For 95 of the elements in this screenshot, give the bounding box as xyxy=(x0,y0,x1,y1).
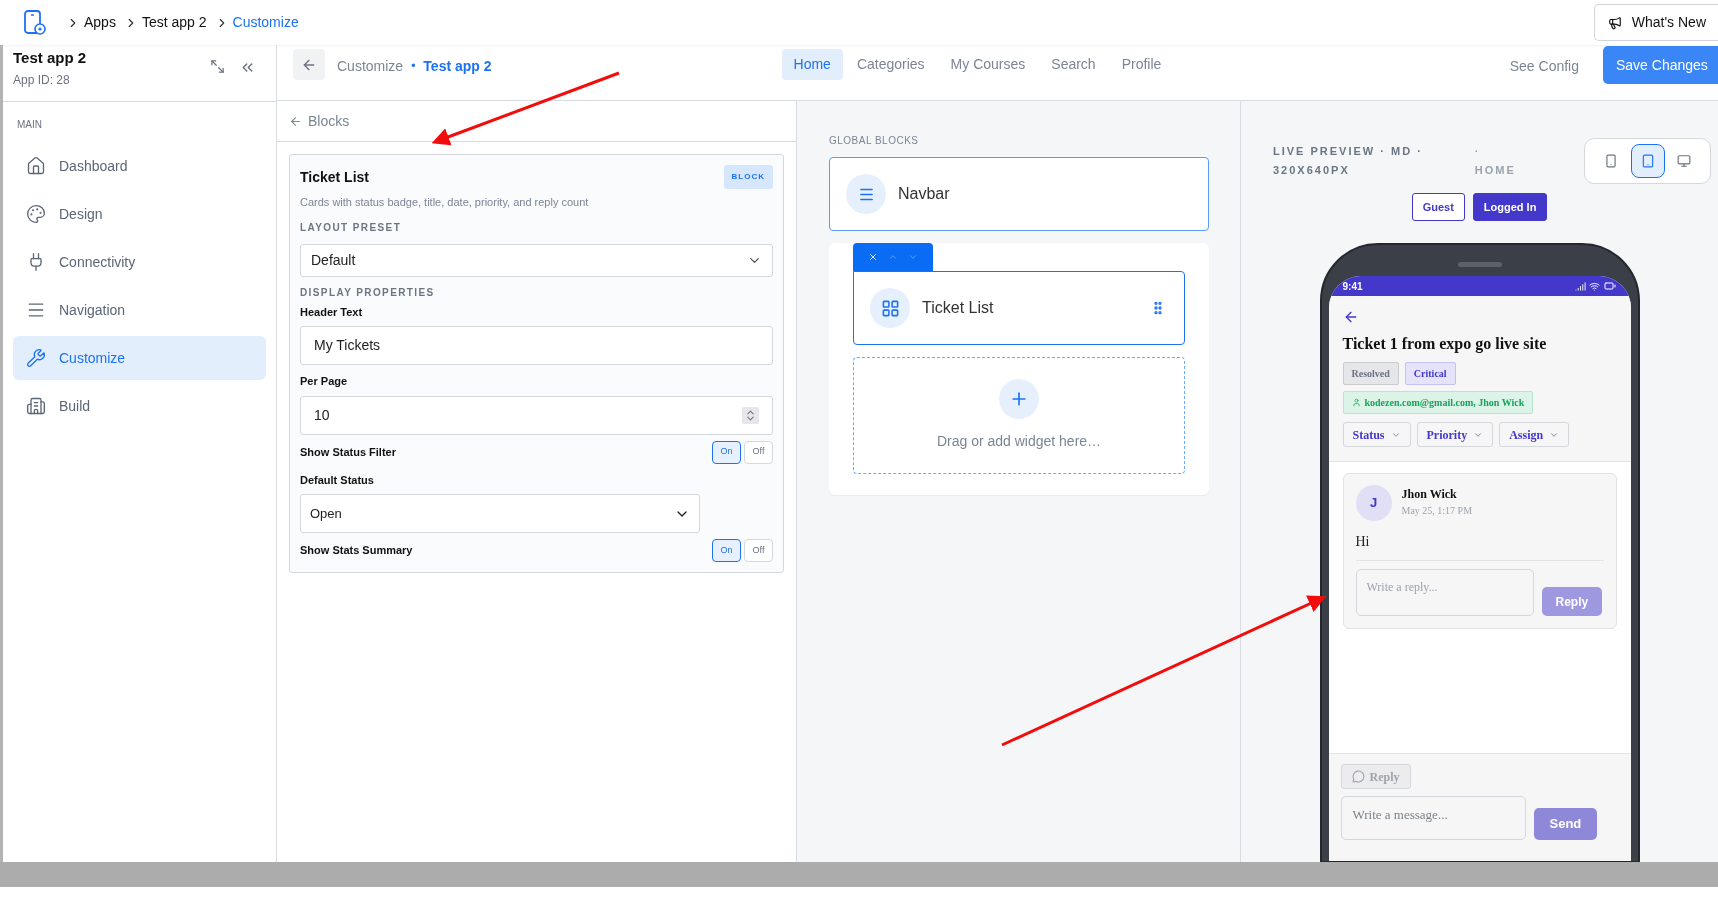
field-label: Default Status xyxy=(300,472,375,488)
see-config-link[interactable]: See Config xyxy=(1509,56,1579,77)
save-changes-button[interactable]: Save Changes xyxy=(1603,46,1718,84)
drop-zone[interactable]: Drag or add widget here… xyxy=(853,357,1185,474)
device-button[interactable] xyxy=(1630,144,1665,178)
field-label: Show Stats Summary xyxy=(300,543,413,559)
breadcrumb-link[interactable]: Customize xyxy=(232,12,299,33)
section-label: DISPLAY PROPERTIES xyxy=(300,285,436,300)
status-tag: Resolved xyxy=(1342,362,1399,385)
sidebar-item[interactable]: Build xyxy=(13,384,266,428)
page-tab[interactable]: Search xyxy=(1039,49,1108,80)
app-logo-icon xyxy=(24,9,46,36)
filter-dropdown[interactable]: Priority xyxy=(1416,422,1494,447)
block-tag: BLOCK xyxy=(723,165,773,189)
nav-icon xyxy=(26,348,46,368)
app-name: Test app 2 xyxy=(13,49,87,67)
close-icon[interactable] xyxy=(868,252,878,262)
number-field[interactable]: 10 xyxy=(300,395,773,435)
breadcrumb-link[interactable]: Apps xyxy=(84,12,116,33)
separator-dot: • xyxy=(411,58,416,75)
reply-body: Hi xyxy=(1355,531,1604,561)
breadcrumb-link[interactable]: Test app 2 xyxy=(141,12,207,33)
sidebar-item[interactable]: Customize xyxy=(13,336,266,380)
assignee-tag: kodezen.com@gmail.com, Jhon Wick xyxy=(1342,391,1534,414)
blocks-back-link[interactable]: Blocks xyxy=(289,110,350,132)
priority-tag: Critical xyxy=(1404,362,1456,385)
filter-dropdown[interactable]: Assign xyxy=(1499,422,1570,447)
monitor-icon xyxy=(1677,154,1691,168)
message-field[interactable]: Write a message... xyxy=(1340,796,1526,840)
expand-icon[interactable] xyxy=(210,59,225,74)
field-label: Per Page xyxy=(300,374,349,389)
page-tab[interactable]: Categories xyxy=(844,49,937,80)
page-tab[interactable]: My Courses xyxy=(938,49,1038,80)
menu-icon xyxy=(846,174,886,214)
phone-icon xyxy=(1604,154,1618,168)
whats-new-button[interactable]: What's New xyxy=(1593,4,1718,41)
page-title: Customize xyxy=(337,57,404,76)
field-label: Header Text xyxy=(300,304,364,320)
avatar: J xyxy=(1355,485,1392,521)
sidebar-item[interactable]: Design xyxy=(13,192,266,236)
filter-dropdown[interactable]: Status xyxy=(1342,422,1411,447)
nav-icon xyxy=(26,156,46,176)
phone-speaker xyxy=(1457,262,1502,267)
section-label: GLOBAL BLOCKS xyxy=(829,134,920,148)
reply-field[interactable]: Write a reply... xyxy=(1355,569,1534,616)
sidebar-item[interactable]: Navigation xyxy=(13,288,266,332)
separator-dot: · xyxy=(1474,144,1482,159)
sidebar-item[interactable]: Dashboard xyxy=(13,144,266,188)
preview-size: 320X640PX xyxy=(1273,163,1351,178)
block-label: Navbar xyxy=(898,184,950,204)
status-select[interactable]: Open xyxy=(300,494,700,533)
preview-label: LIVE PREVIEW · MD · xyxy=(1273,144,1423,159)
reply-author: Jhon Wick xyxy=(1401,486,1458,503)
app-title: Test app 2 xyxy=(423,57,492,76)
nav-icon xyxy=(26,396,46,416)
navbar-block[interactable]: Navbar xyxy=(829,157,1209,231)
reply-date: May 25, 1:17 PM xyxy=(1401,504,1473,518)
app-id: App ID: 28 xyxy=(13,72,71,89)
section-label: LAYOUT PRESET xyxy=(300,220,403,235)
sidebar-item[interactable]: Connectivity xyxy=(13,240,266,284)
back-arrow-icon xyxy=(289,114,302,128)
back-button[interactable] xyxy=(293,49,325,80)
block-title: Ticket List xyxy=(300,168,369,187)
wifi-icon xyxy=(1588,280,1600,292)
send-button[interactable]: Send xyxy=(1533,808,1598,840)
off-toggle[interactable]: Off xyxy=(744,539,773,562)
block-description: Cards with status badge, title, date, priority, and reply count xyxy=(300,195,590,210)
ticket-title: Ticket 1 from expo go live site xyxy=(1342,334,1548,355)
chat-icon xyxy=(1351,770,1365,783)
auth-toggle[interactable]: Guest xyxy=(1411,193,1465,221)
field-label: Show Status Filter xyxy=(300,444,396,460)
page-tab[interactable]: Home xyxy=(781,49,843,80)
horizontal-scrollbar[interactable] xyxy=(0,862,1718,887)
ticket-list-block[interactable]: Ticket List xyxy=(853,271,1185,345)
on-toggle[interactable]: On xyxy=(712,440,741,464)
text-field[interactable]: My Tickets xyxy=(300,326,773,365)
layout-select[interactable]: Default xyxy=(300,243,773,277)
signal-icon xyxy=(1574,280,1586,292)
off-toggle[interactable]: Off xyxy=(744,440,773,464)
auth-toggle[interactable]: Logged In xyxy=(1472,193,1548,221)
tablet-icon xyxy=(1640,154,1655,168)
megaphone-icon xyxy=(1607,15,1622,30)
stepper-icon[interactable] xyxy=(742,406,759,424)
drop-hint: Drag or add widget here… xyxy=(936,432,1102,451)
battery-icon xyxy=(1602,280,1617,292)
user-icon xyxy=(1351,398,1361,407)
nav-icon xyxy=(26,204,46,224)
block-label: Ticket List xyxy=(922,298,995,318)
page-tab[interactable]: Profile xyxy=(1109,49,1174,80)
add-icon xyxy=(999,379,1039,419)
preview-page: HOME xyxy=(1474,163,1516,178)
grid-icon xyxy=(870,288,910,328)
status-time: 9:41 xyxy=(1342,279,1363,294)
on-toggle[interactable]: On xyxy=(712,539,741,562)
section-label: MAIN xyxy=(17,118,43,132)
